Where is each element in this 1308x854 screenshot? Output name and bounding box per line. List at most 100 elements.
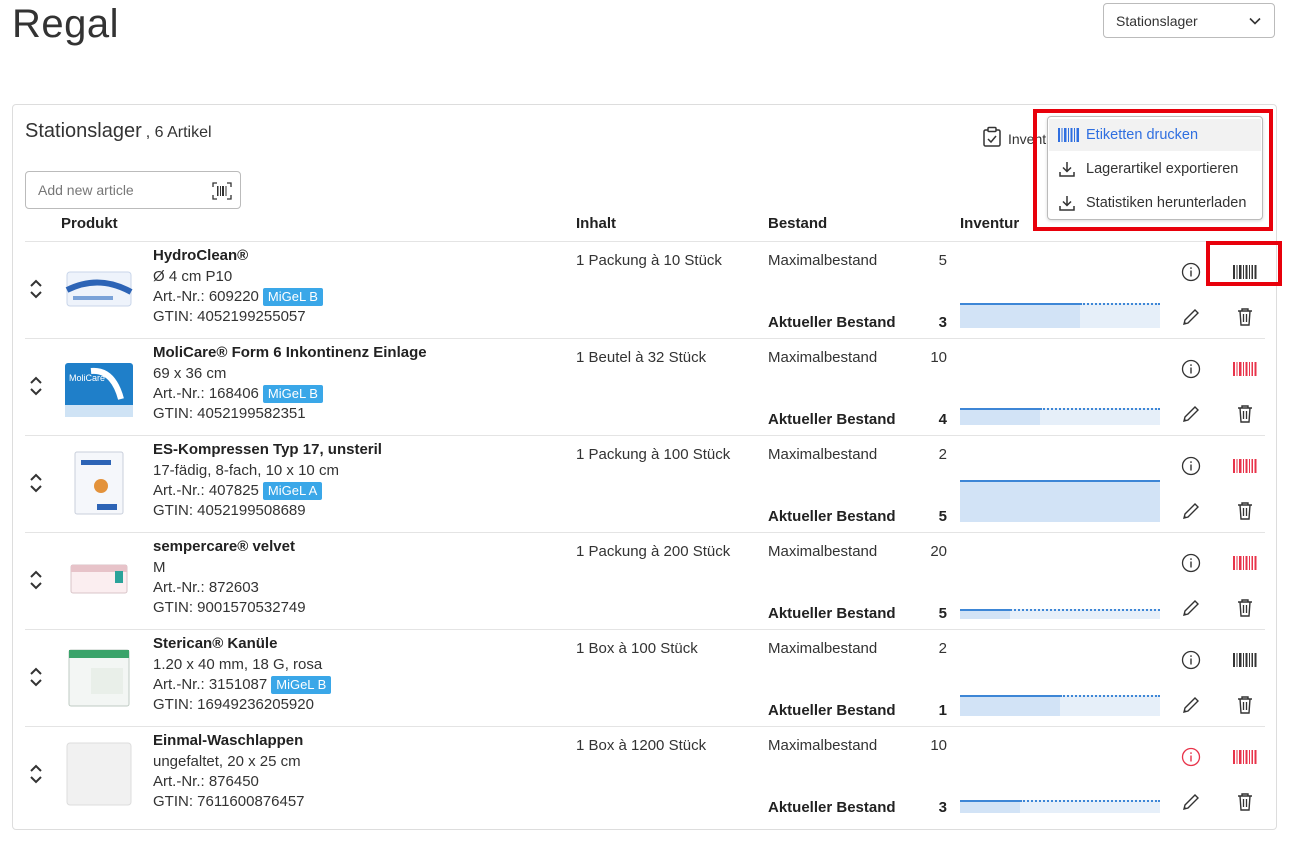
- add-article-placeholder: Add new article: [38, 182, 134, 198]
- table-row: MoliCare MoliCare® Form 6 Inkontinenz Ein…: [25, 338, 1265, 436]
- article-number: Art.-Nr.: 872603: [153, 579, 259, 596]
- edit-icon[interactable]: [1178, 595, 1204, 621]
- expand-toggle-icon[interactable]: [29, 375, 43, 402]
- menu-item-export-stock[interactable]: Lagerartikel exportieren: [1049, 153, 1261, 185]
- content-value: 1 Packung à 100 Stück: [576, 446, 731, 463]
- max-stock-value: 5: [938, 252, 947, 269]
- trash-icon[interactable]: [1232, 401, 1258, 427]
- table-row: Einmal-Waschlappen ungefaltet, 20 x 25 cm…: [25, 726, 1265, 824]
- product-name: MoliCare® Form 6 Inkontinenz Einlage: [153, 344, 427, 361]
- product-size: M: [153, 559, 166, 576]
- product-article-number: Art.-Nr.: 876450: [153, 773, 259, 790]
- svg-text:MoliCare: MoliCare: [69, 373, 105, 383]
- product-article-number: Art.-Nr.: 872603: [153, 579, 259, 596]
- inventory-bar-current: [960, 800, 1020, 813]
- highlight-barcode-box: [1206, 241, 1282, 286]
- current-stock-value: 5: [938, 508, 947, 525]
- download-icon: [1058, 194, 1080, 212]
- product-gtin: GTIN: 16949236205920: [153, 696, 314, 713]
- table-row: HydroClean® Ø 4 cm P10 Art.-Nr.: 609220 MiG…: [25, 241, 1265, 339]
- barcode-icon[interactable]: [1232, 550, 1258, 576]
- trash-icon[interactable]: [1232, 498, 1258, 524]
- expand-toggle-icon[interactable]: [29, 569, 43, 596]
- product-image: MoliCare: [61, 349, 137, 421]
- info-icon[interactable]: [1178, 550, 1204, 576]
- card-location-name: Stationslager: [25, 120, 142, 142]
- max-stock-value: 2: [938, 446, 947, 463]
- edit-icon[interactable]: [1178, 498, 1204, 524]
- info-icon[interactable]: [1178, 453, 1204, 479]
- content-value: 1 Packung à 200 Stück: [576, 543, 731, 560]
- edit-icon[interactable]: [1178, 304, 1204, 330]
- max-stock-value: 20: [930, 543, 947, 560]
- article-number: Art.-Nr.: 3151087: [153, 676, 268, 693]
- current-stock-label: Aktueller Bestand: [768, 605, 896, 622]
- article-number: Art.-Nr.: 168406: [153, 385, 259, 402]
- edit-icon[interactable]: [1178, 789, 1204, 815]
- product-article-number: Art.-Nr.: 609220 MiGeL B: [153, 288, 323, 306]
- current-stock-label: Aktueller Bestand: [768, 702, 896, 719]
- inventory-bar-remaining: [1040, 408, 1160, 425]
- location-select[interactable]: Stationslager: [1103, 3, 1275, 38]
- menu-item-label: Statistiken herunterladen: [1086, 195, 1247, 211]
- barcode-icon[interactable]: [1232, 647, 1258, 673]
- product-image: [61, 543, 137, 615]
- trash-icon[interactable]: [1232, 789, 1258, 815]
- expand-toggle-icon[interactable]: [29, 763, 43, 790]
- expand-toggle-icon[interactable]: [29, 278, 43, 305]
- menu-item-print-labels[interactable]: Etiketten drucken: [1049, 119, 1261, 151]
- article-count: , 6 Artikel: [145, 124, 212, 141]
- content-value: 1 Beutel à 32 Stück: [576, 349, 707, 366]
- max-stock-label: Maximalbestand: [768, 543, 878, 560]
- inventory-bar-current: [960, 608, 1010, 619]
- edit-icon[interactable]: [1178, 692, 1204, 718]
- expand-toggle-icon[interactable]: [29, 666, 43, 693]
- product-size: Ø 4 cm P10: [153, 268, 233, 285]
- current-stock-value: 4: [938, 411, 947, 428]
- trash-icon[interactable]: [1232, 692, 1258, 718]
- current-stock-value: 3: [938, 314, 947, 331]
- actions-menu: Etiketten drucken Lagerartikel exportier…: [1047, 116, 1263, 220]
- inventory-bar-current: [960, 695, 1060, 716]
- migel-badge: MiGeL B: [262, 288, 323, 306]
- article-number: Art.-Nr.: 407825: [153, 482, 259, 499]
- product-gtin: GTIN: 4052199582351: [153, 405, 306, 422]
- header-content: Inhalt: [576, 215, 616, 232]
- inventory-bar: [960, 695, 1160, 716]
- product-gtin: GTIN: 9001570532749: [153, 599, 306, 616]
- max-stock-value: 2: [938, 640, 947, 657]
- card-title: Stationslager, 6 Artikel: [25, 120, 212, 143]
- barcode-icon[interactable]: [1232, 744, 1258, 770]
- current-stock-label: Aktueller Bestand: [768, 508, 896, 525]
- download-icon: [1058, 160, 1080, 178]
- max-stock-label: Maximalbestand: [768, 640, 878, 657]
- max-stock-label: Maximalbestand: [768, 252, 878, 269]
- inventory-bar-remaining: [1010, 608, 1160, 619]
- inventory-bar-current: [960, 302, 1080, 328]
- menu-item-download-stats[interactable]: Statistiken herunterladen: [1049, 187, 1261, 219]
- product-gtin: GTIN: 4052199255057: [153, 308, 306, 325]
- content-value: 1 Packung à 10 Stück: [576, 252, 722, 269]
- info-icon[interactable]: [1178, 744, 1204, 770]
- product-size: ungefaltet, 20 x 25 cm: [153, 753, 301, 770]
- expand-toggle-icon[interactable]: [29, 472, 43, 499]
- product-article-number: Art.-Nr.: 3151087 MiGeL B: [153, 676, 332, 694]
- barcode-scan-icon[interactable]: [212, 182, 232, 203]
- inventory-bar-remaining: [1060, 695, 1160, 716]
- barcode-icon[interactable]: [1232, 356, 1258, 382]
- add-article-input[interactable]: Add new article: [25, 171, 241, 209]
- trash-icon[interactable]: [1232, 304, 1258, 330]
- info-icon[interactable]: [1178, 259, 1204, 285]
- max-stock-label: Maximalbestand: [768, 349, 878, 366]
- current-stock-value: 1: [938, 702, 947, 719]
- barcode-icon[interactable]: [1232, 453, 1258, 479]
- edit-icon[interactable]: [1178, 401, 1204, 427]
- info-icon[interactable]: [1178, 647, 1204, 673]
- clipboard-check-icon: [982, 126, 1002, 151]
- inventory-bar-current: [960, 480, 1160, 522]
- article-number: Art.-Nr.: 876450: [153, 773, 259, 790]
- product-article-number: Art.-Nr.: 407825 MiGeL A: [153, 482, 323, 500]
- info-icon[interactable]: [1178, 356, 1204, 382]
- trash-icon[interactable]: [1232, 595, 1258, 621]
- table-row: ES-Kompressen Typ 17, unsteril 17-fädig, …: [25, 435, 1265, 533]
